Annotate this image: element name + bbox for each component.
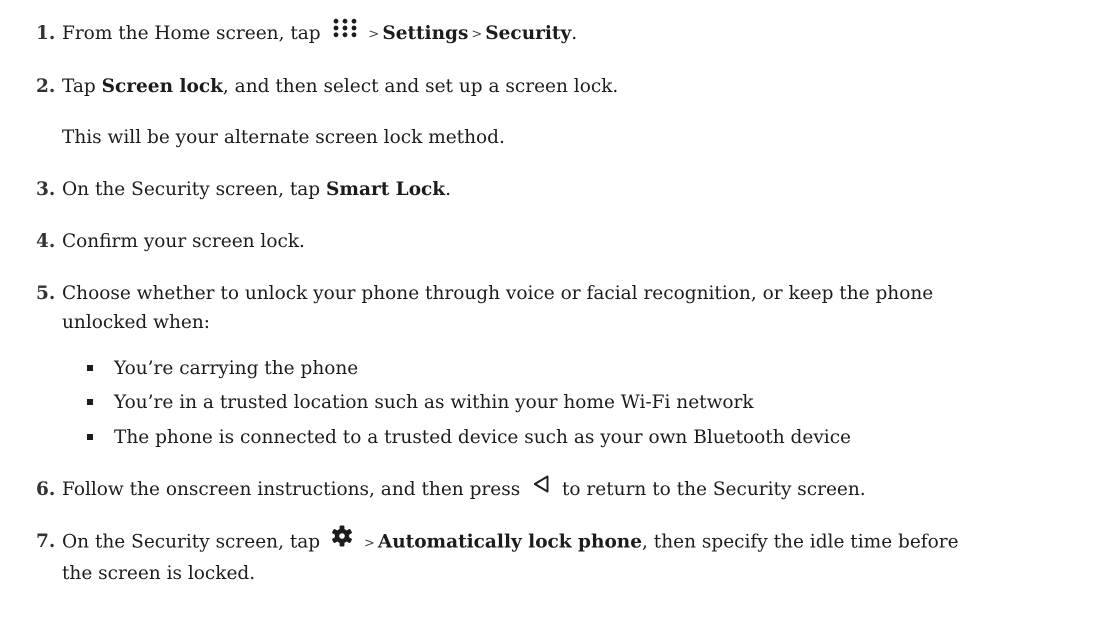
back-triangle-icon [532,474,550,503]
gear-icon [331,525,353,556]
step-text-pre: Tap [62,76,102,97]
settings-label: Settings [382,23,469,44]
automatically-lock-phone-label: Automatically lock phone [377,531,643,553]
list-item: The phone is connected to a trusted devi… [87,423,851,452]
step-2-note: This will be your alternate screen lock … [62,127,505,148]
step-6: 6. Follow the onscreen instructions, and… [36,475,1107,505]
list-item: You’re in a trusted location such as wit… [87,388,754,417]
step-number: 3. [36,179,56,200]
bullet-square-icon [87,399,93,405]
chevron-separator: > [363,535,375,551]
step-text-pre: On the Security screen, tap [62,531,321,553]
step-number: 2. [36,76,56,97]
step-text: From the Home screen, tap > Settings > Secu… [62,18,1107,50]
step-text-post: , then specify the idle time before [642,531,959,553]
step-text-pre: Follow the onscreen instructions, and th… [62,479,521,500]
chevron-separator: > [368,27,380,42]
step-text-post: . [445,179,452,200]
step-text: Choose whether to unlock your phone thro… [62,279,1107,337]
screen-lock-label: Screen lock [101,76,223,97]
step-number: 4. [36,231,56,252]
step-number: 5. [36,283,56,304]
list-item: You’re carrying the phone [87,354,358,383]
bullet-square-icon [87,365,93,371]
step-text: Follow the onscreen instructions, and th… [62,475,1107,505]
step-text-post: . [571,23,578,44]
list-item-text: You’re in a trusted location such as wit… [114,392,754,413]
smart-lock-label: Smart Lock [326,179,446,200]
step-2: 2. Tap Screen lock, and then select and … [36,72,1107,101]
step-text-post: , and then select and set up a screen lo… [222,76,619,97]
step-text-post: to return to the Security screen. [561,479,866,500]
step-text: Confirm your screen lock. [62,231,305,252]
step-text: On the Security screen, tap > Automatica… [62,525,1107,588]
step-text: Tap Screen lock, and then select and set… [62,72,1107,101]
apps-grid-icon [332,18,358,47]
step-text: On the Security screen, tap Smart Lock. [62,175,1107,204]
step-text-pre: From the Home screen, tap [62,23,321,44]
step-5: 5. Choose whether to unlock your phone t… [36,279,1107,337]
step-text-pre: On the Security screen, tap [62,179,327,200]
step-text-line-1: Choose whether to unlock your phone thro… [62,283,934,304]
step-7: 7. On the Security screen, tap > Automat… [36,525,1107,588]
step-text-line-2: the screen is locked. [62,562,256,584]
security-label: Security [485,23,572,44]
list-item-text: The phone is connected to a trusted devi… [114,427,852,448]
step-number: 7. [36,531,56,552]
bullet-square-icon [87,434,93,440]
step-number: 1. [36,23,56,44]
step-4: 4. Confirm your screen lock. [36,227,1107,256]
step-1: 1. From the Home screen, tap > Settings > S… [36,18,1107,50]
step-3: 3. On the Security screen, tap Smart Loc… [36,175,1107,204]
step-number: 6. [36,479,56,500]
step-text-line-2: unlocked when: [62,312,210,333]
list-item-text: You’re carrying the phone [114,358,359,379]
chevron-separator: > [471,27,483,42]
